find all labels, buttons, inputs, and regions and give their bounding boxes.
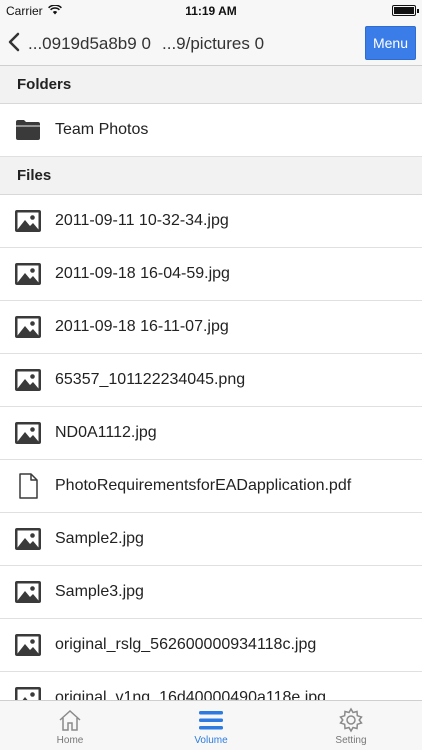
file-browser-list: Folders Team Photos Files 2011-09-11 10-… (0, 66, 422, 700)
file-name: 2011-09-18 16-04-59.jpg (55, 265, 230, 282)
image-icon (14, 525, 42, 553)
folder-name: Team Photos (55, 121, 149, 138)
tab-volume[interactable]: Volume (171, 701, 251, 751)
status-time: 11:19 AM (185, 4, 237, 18)
file-row[interactable]: Sample2.jpg (0, 513, 422, 566)
tab-bar: Home Volume Setting (0, 700, 422, 750)
file-name: original_rslg_562600000934118c.jpg (55, 636, 317, 653)
menu-button[interactable]: Menu (365, 26, 416, 60)
file-name: 65357_101122234045.png (55, 371, 246, 388)
file-row[interactable]: PhotoRequirementsforEADapplication.pdf (0, 460, 422, 513)
file-name: Sample3.jpg (55, 583, 144, 600)
folder-icon (14, 116, 42, 144)
file-row[interactable]: original_v1ng_16d40000490a118e.jpg (0, 672, 422, 700)
file-row[interactable]: 2011-09-11 10-32-34.jpg (0, 195, 422, 248)
file-row[interactable]: 65357_101122234045.png (0, 354, 422, 407)
file-row[interactable]: Sample3.jpg (0, 566, 422, 619)
image-icon (14, 684, 42, 700)
tab-home[interactable]: Home (30, 701, 110, 751)
document-icon (14, 472, 42, 500)
folders-section-header: Folders (0, 66, 422, 104)
folder-row[interactable]: Team Photos (0, 104, 422, 157)
image-icon (14, 631, 42, 659)
image-icon (14, 366, 42, 394)
file-name: 2011-09-11 10-32-34.jpg (55, 212, 229, 229)
file-name: ND0A1112.jpg (55, 424, 157, 441)
file-row[interactable]: ND0A1112.jpg (0, 407, 422, 460)
image-icon (14, 260, 42, 288)
image-icon (14, 313, 42, 341)
status-bar: Carrier 11:19 AM (0, 0, 422, 22)
battery-icon (392, 5, 419, 16)
folders-list: Team Photos (0, 104, 422, 157)
image-icon (14, 419, 42, 447)
file-name: PhotoRequirementsforEADapplication.pdf (55, 477, 352, 494)
file-row[interactable]: 2011-09-18 16-04-59.jpg (0, 248, 422, 301)
files-list: 2011-09-11 10-32-34.jpg 2011-09-18 16-04-… (0, 195, 422, 700)
files-section-header: Files (0, 157, 422, 195)
chevron-left-icon (8, 32, 20, 52)
nav-title-path: ...9/pictures 0 (162, 34, 265, 53)
hamburger-icon (171, 701, 251, 735)
back-button[interactable] (8, 32, 20, 52)
file-name: Sample2.jpg (55, 530, 144, 547)
tab-volume-label: Volume (194, 735, 228, 746)
file-name: original_v1ng_16d40000490a118e.jpg (55, 689, 327, 700)
gear-icon (311, 701, 391, 735)
file-row[interactable]: 2011-09-18 16-11-07.jpg (0, 301, 422, 354)
navigation-bar: ...0919d5a8b9 0 ...9/pictures 0 Menu (0, 22, 422, 66)
tab-setting[interactable]: Setting (311, 701, 391, 751)
file-name: 2011-09-18 16-11-07.jpg (55, 318, 229, 335)
nav-title-volume: ...0919d5a8b9 0 (28, 34, 151, 53)
image-icon (14, 207, 42, 235)
image-icon (14, 578, 42, 606)
file-row[interactable]: original_rslg_562600000934118c.jpg (0, 619, 422, 672)
tab-setting-label: Setting (335, 735, 367, 746)
tab-home-label: Home (56, 735, 84, 746)
home-icon (30, 701, 110, 735)
